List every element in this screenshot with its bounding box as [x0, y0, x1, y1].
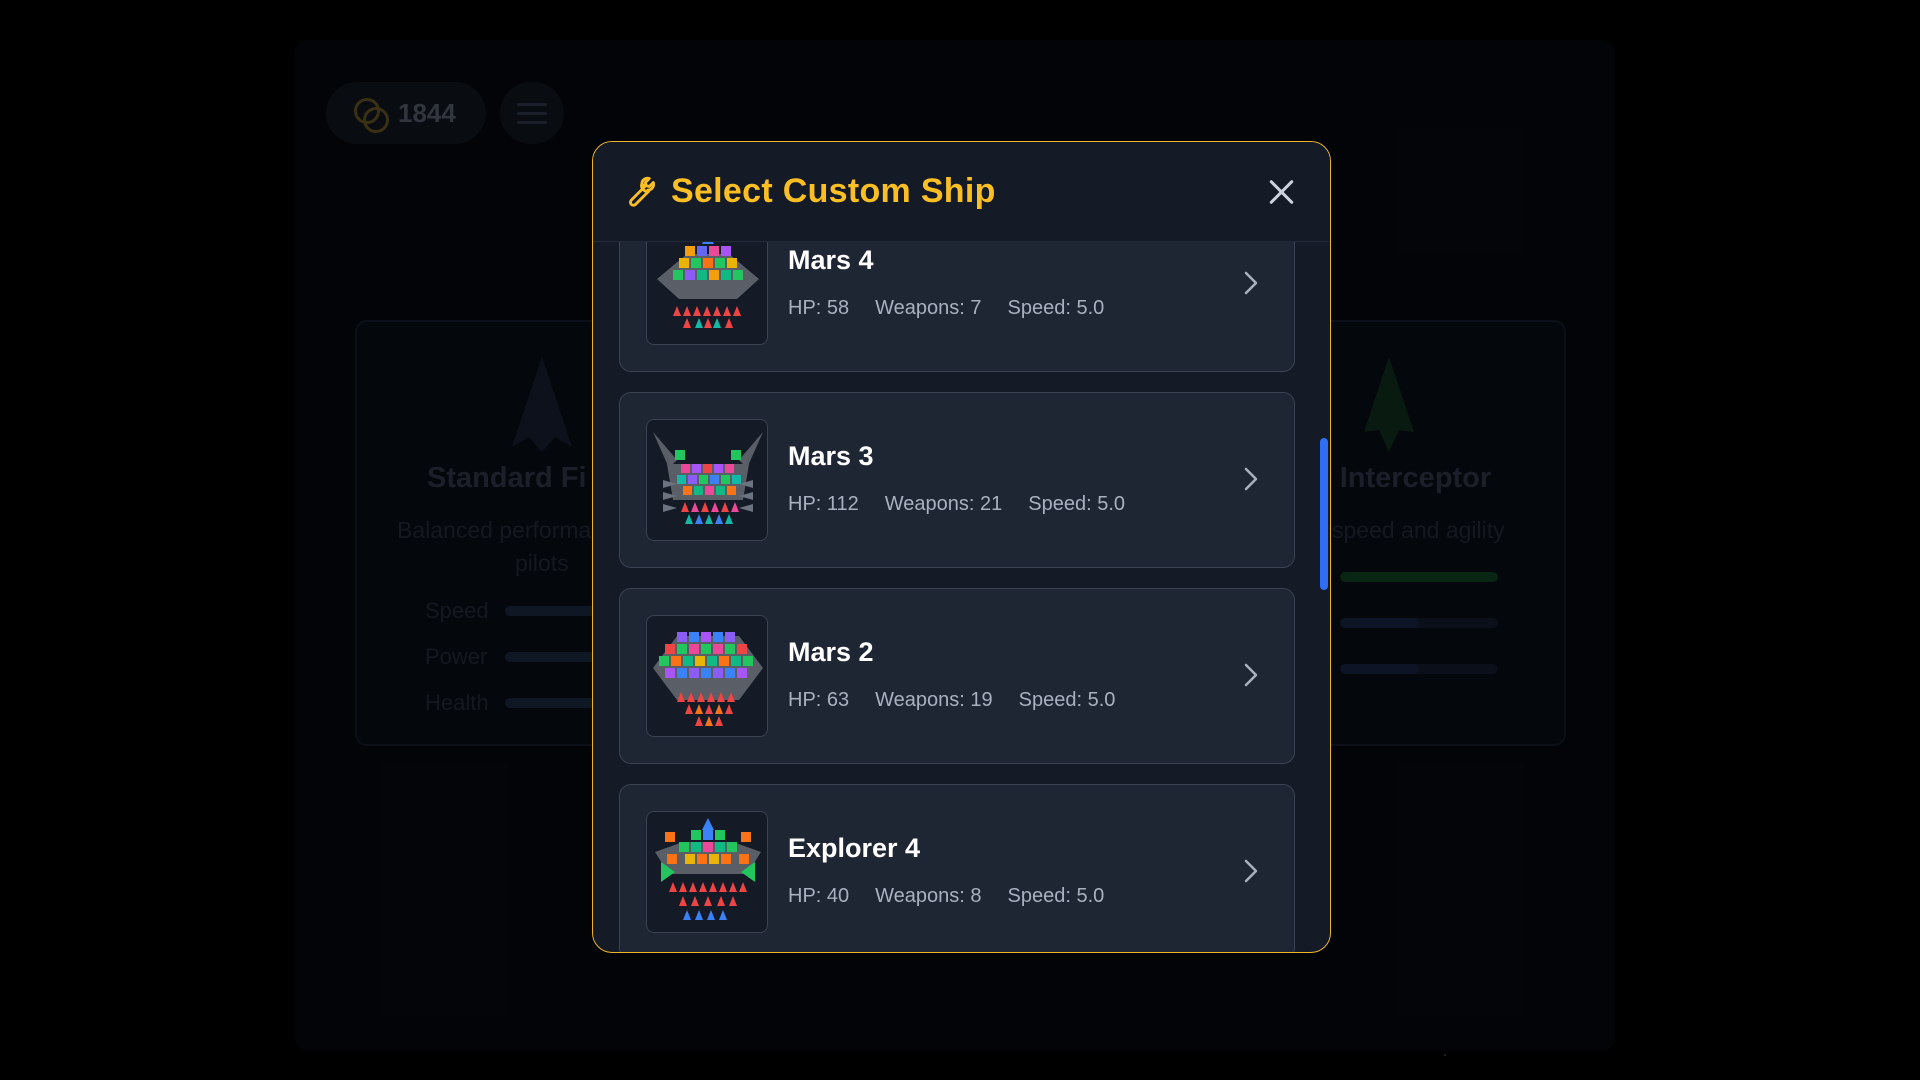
custom-ship-icon — [653, 632, 763, 726]
ship-stats: HP: 63 Weapons: 19 Speed: 5.0 — [788, 689, 1115, 712]
chevron-right-icon — [1244, 271, 1258, 295]
list-scrollbar[interactable] — [1320, 438, 1328, 590]
chevron-right-icon — [1244, 663, 1258, 687]
ship-hp: HP: 58 — [788, 297, 850, 319]
ship-weapons: Weapons: 21 — [884, 493, 1003, 515]
ship-thumbnail — [646, 615, 768, 737]
ship-speed: Speed: 5.0 — [1028, 493, 1126, 515]
ship-list-item-mars-3[interactable]: Mars 3 HP: 112 Weapons: 21 Speed: 5.0 — [619, 392, 1295, 568]
ship-weapons: Weapons: 7 — [875, 297, 982, 319]
ship-list-item-mars-2[interactable]: Mars 2 HP: 63 Weapons: 19 Speed: 5.0 — [619, 588, 1295, 764]
chevron-right-icon — [1244, 859, 1258, 883]
ship-name: Mars 4 — [788, 245, 874, 275]
modal-title: Select Custom Ship — [671, 172, 996, 210]
ship-speed: Speed: 5.0 — [1007, 885, 1105, 907]
ship-list[interactable]: Mars 4 HP: 58 Weapons: 7 Speed: 5.0 Mars… — [593, 242, 1330, 952]
ship-list-item-mars-4[interactable]: Mars 4 HP: 58 Weapons: 7 Speed: 5.0 — [619, 242, 1295, 372]
ship-thumbnail — [646, 419, 768, 541]
select-custom-ship-modal: Select Custom Ship Mars 4 HP: 58 Weapons… — [592, 141, 1331, 953]
ship-weapons: Weapons: 8 — [875, 885, 982, 907]
ship-weapons: Weapons: 19 — [875, 689, 993, 711]
custom-ship-icon — [655, 818, 761, 920]
close-icon[interactable] — [1262, 172, 1302, 212]
ship-speed: Speed: 5.0 — [1007, 297, 1105, 319]
chevron-right-icon — [1244, 467, 1258, 491]
ship-thumbnail — [646, 242, 768, 345]
ship-hp: HP: 112 — [788, 493, 859, 515]
custom-ship-icon — [657, 242, 759, 328]
ship-name: Explorer 4 — [788, 833, 921, 863]
ship-stats: HP: 58 Weapons: 7 Speed: 5.0 — [788, 297, 1104, 320]
ship-name: Mars 3 — [788, 441, 874, 471]
custom-ship-icon — [653, 432, 763, 524]
ship-thumbnail — [646, 811, 768, 933]
ship-name: Mars 2 — [788, 637, 874, 667]
ship-stats: HP: 40 Weapons: 8 Speed: 5.0 — [788, 885, 1104, 908]
modal-header: Select Custom Ship — [593, 142, 1330, 242]
wrench-icon — [629, 176, 655, 207]
ship-speed: Speed: 5.0 — [1018, 689, 1116, 711]
ship-hp: HP: 40 — [788, 885, 850, 907]
ship-hp: HP: 63 — [788, 689, 850, 711]
ship-list-item-explorer-4[interactable]: Explorer 4 HP: 40 Weapons: 8 Speed: 5.0 — [619, 784, 1295, 952]
ship-stats: HP: 112 Weapons: 21 Speed: 5.0 — [788, 493, 1125, 516]
